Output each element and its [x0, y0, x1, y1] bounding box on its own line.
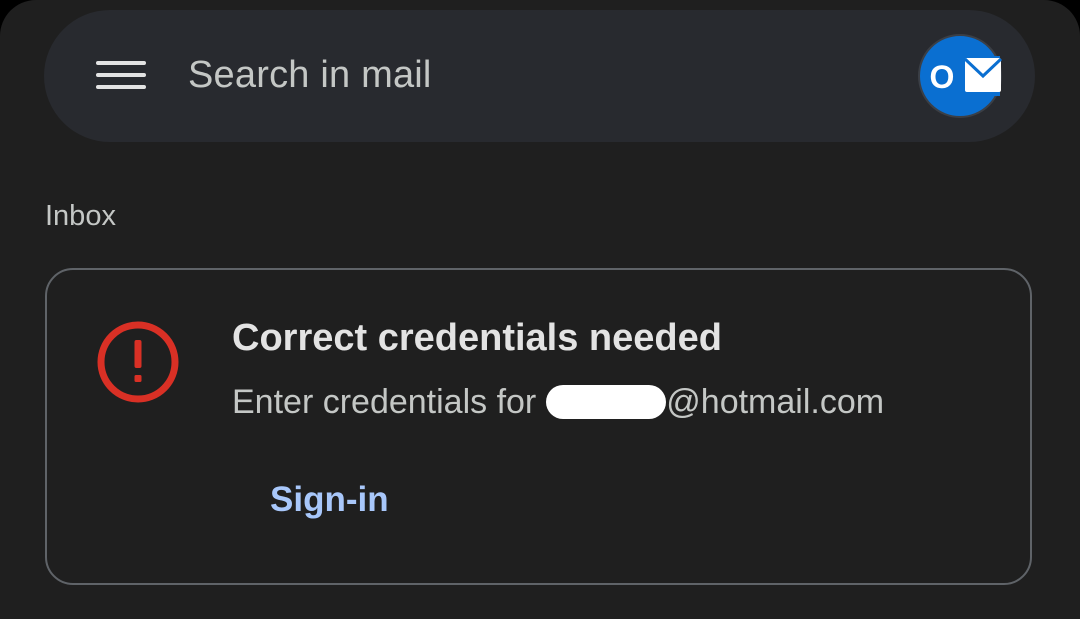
redacted-username: [546, 385, 667, 419]
alert-body-prefix: Enter credentials for: [232, 383, 537, 421]
folder-label: Inbox: [45, 200, 116, 232]
error-alert-icon: [96, 320, 180, 404]
alert-title: Correct credentials needed: [232, 317, 722, 359]
alert-body: Enter credentials for @hotmail.com: [232, 380, 884, 424]
app-screen: Search in mail O Inbox Correct credentia…: [0, 0, 1080, 619]
search-input[interactable]: Search in mail: [188, 50, 432, 100]
alert-email-domain: @hotmail.com: [666, 383, 885, 421]
outlook-account-icon[interactable]: O: [918, 34, 1003, 118]
hamburger-menu-icon[interactable]: [96, 57, 146, 93]
sign-in-button[interactable]: Sign-in: [252, 470, 407, 530]
account-badge-letter: O: [930, 59, 955, 95]
